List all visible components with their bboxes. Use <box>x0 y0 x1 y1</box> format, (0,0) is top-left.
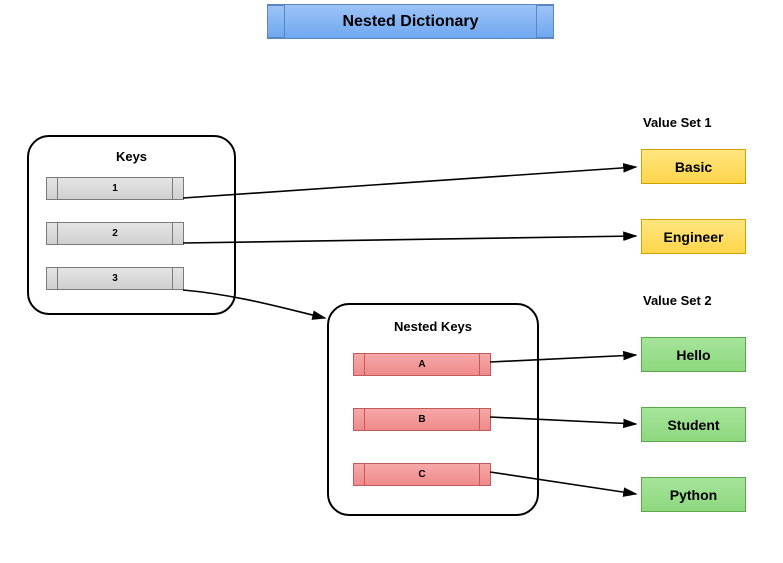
value-set-1-label: Value Set 1 <box>643 115 712 130</box>
title-side-right <box>536 5 554 38</box>
key-label: 3 <box>112 273 118 284</box>
value-python: Python <box>641 477 746 512</box>
nested-keys-frame-title: Nested Keys <box>394 319 472 334</box>
key-label: 1 <box>112 183 118 194</box>
key-side-right <box>172 177 184 200</box>
key-side-left <box>46 267 58 290</box>
key-side-left <box>353 353 365 376</box>
keys-frame: Keys 1 2 3 <box>27 135 236 315</box>
key-side-right <box>479 408 491 431</box>
value-label: Hello <box>676 347 710 363</box>
value-label: Basic <box>675 159 712 175</box>
diagram-title: Nested Dictionary <box>342 13 478 31</box>
key-side-left <box>46 222 58 245</box>
key-box-1: 1 <box>46 177 184 200</box>
nested-key-label: C <box>418 469 425 480</box>
nested-key-label: B <box>418 414 425 425</box>
key-side-right <box>172 267 184 290</box>
key-label: 2 <box>112 228 118 239</box>
key-side-right <box>479 463 491 486</box>
arrow-key2-engineer <box>183 236 636 243</box>
keys-frame-title: Keys <box>116 149 147 164</box>
value-student: Student <box>641 407 746 442</box>
key-side-right <box>479 353 491 376</box>
title-side-left <box>267 5 285 38</box>
key-box-2: 2 <box>46 222 184 245</box>
key-side-left <box>353 408 365 431</box>
key-side-right <box>172 222 184 245</box>
value-hello: Hello <box>641 337 746 372</box>
nested-key-A: A <box>353 353 491 376</box>
value-engineer: Engineer <box>641 219 746 254</box>
value-set-2-label: Value Set 2 <box>643 293 712 308</box>
nested-key-label: A <box>418 359 425 370</box>
nested-key-B: B <box>353 408 491 431</box>
nested-key-C: C <box>353 463 491 486</box>
value-basic: Basic <box>641 149 746 184</box>
key-side-left <box>46 177 58 200</box>
nested-keys-frame: Nested Keys A B C <box>327 303 539 516</box>
value-label: Python <box>670 487 717 503</box>
diagram-title-box: Nested Dictionary <box>267 4 554 39</box>
value-label: Engineer <box>664 229 724 245</box>
key-side-left <box>353 463 365 486</box>
key-box-3: 3 <box>46 267 184 290</box>
value-label: Student <box>667 417 719 433</box>
arrow-key1-basic <box>183 167 636 198</box>
